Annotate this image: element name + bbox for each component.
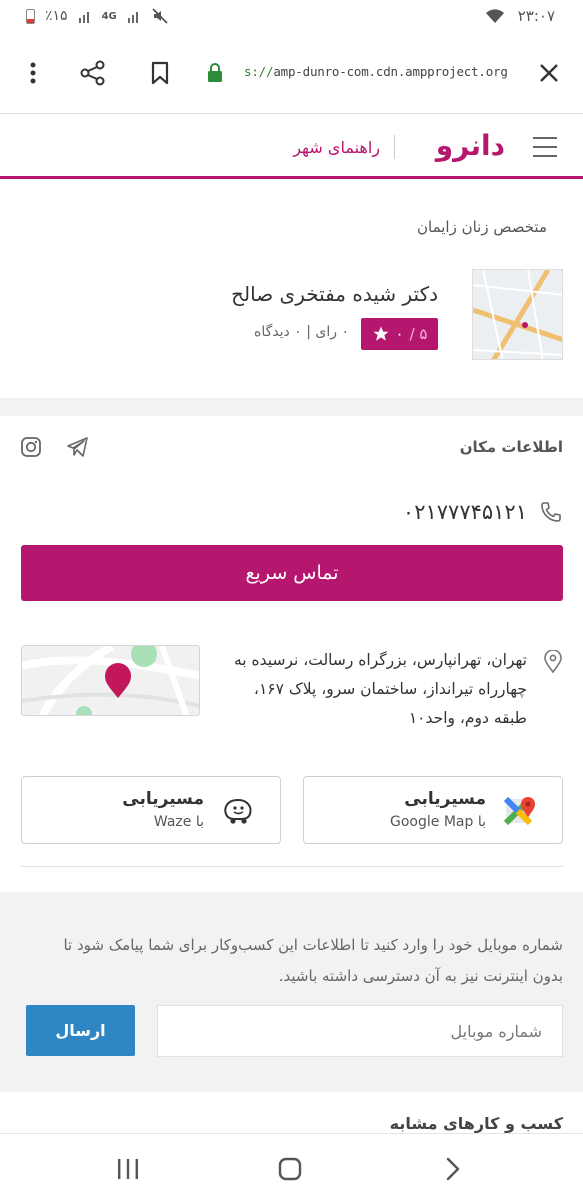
telegram-icon[interactable] [66,436,88,458]
similar-businesses-section: کسب و کارهای مشابه [0,1100,583,1136]
phone-row[interactable]: ۰۲۱۷۷۷۴۵۱۲۱ [403,500,563,524]
status-left-cluster: ٪۱۵ 4G [26,7,169,25]
place-info-section: اطلاعات مکان ۰۲۱۷۷۷۴۵۱۲۱ تماس سریع تهران… [0,416,583,876]
rating-max: ۵ / [409,325,428,343]
business-name: دکتر شیده مفتخری صالح [231,282,438,306]
bookmark-icon[interactable] [145,58,175,88]
section-gap [0,398,583,416]
battery-percent: ٪۱۵ [45,8,68,24]
status-time: ۲۳:۰۷ [517,7,555,25]
google-nav-subtitle: با Google Map [390,814,486,830]
battery-icon [26,8,35,24]
sms-description: شماره موبایل خود را وارد کنید تا اطلاعات… [63,936,563,985]
signal-icon [78,12,89,23]
url-bar[interactable]: s://amp-dunro-com.cdn.ampproject.org [244,64,508,79]
business-map-thumbnail[interactable] [472,269,563,360]
business-card: متخصص زنان زایمان دکتر شیده مفتخری صالح … [0,182,583,398]
site-header: دانرو راهنمای شهر [0,115,583,179]
phone-number[interactable]: ۰۲۱۷۷۷۴۵۱۲۱ [403,500,527,524]
waze-nav-button[interactable]: مسیریابی با Waze [21,776,281,844]
browser-bar: s://amp-dunro-com.cdn.ampproject.org [0,34,583,114]
waze-nav-subtitle: با Waze [153,814,204,830]
home-icon[interactable] [275,1154,305,1184]
site-logo[interactable]: دانرو [436,129,506,162]
system-nav-bar [0,1133,583,1200]
share-icon[interactable] [78,58,108,88]
reviews-summary: ۰ رای | ۰ دیدگاه [254,324,349,340]
hamburger-icon[interactable] [533,137,557,157]
wifi-icon [486,9,504,23]
address-text: تهران، تهرانپارس، بزرگراه رسالت، نرسیده … [233,651,527,727]
back-icon[interactable] [438,1154,468,1184]
signal-icon-2 [127,12,138,23]
url-host: amp-dunro-com.cdn.ampproject.org [273,64,508,79]
google-maps-icon [504,796,535,826]
sms-panel: شماره موبایل خود را وارد کنید تا اطلاعات… [0,892,583,1092]
star-icon [373,326,389,341]
network-type: 4G [101,10,117,22]
recents-icon[interactable] [113,1154,143,1184]
google-maps-nav-button[interactable]: مسیریابی با Google Map [303,776,563,844]
waze-icon [224,798,252,824]
mobile-number-input[interactable] [157,1005,563,1057]
rating-badge: ۵ / ۰ [361,318,438,350]
more-vert-icon[interactable] [18,58,48,88]
business-category[interactable]: متخصص زنان زایمان [417,218,547,236]
lock-icon [200,58,230,88]
url-scheme: s:// [244,64,274,79]
location-pin-icon [544,650,562,674]
quick-call-button[interactable]: تماس سریع [21,545,563,601]
location-mini-map[interactable] [21,645,200,716]
city-guide-link[interactable]: راهنمای شهر [293,138,380,157]
section-divider [21,866,563,867]
place-info-title: اطلاعات مکان [459,438,563,456]
address-row: تهران، تهرانپارس، بزرگراه رسالت، نرسیده … [218,646,563,733]
close-icon[interactable] [534,58,564,88]
rating-value: ۰ [395,325,404,343]
waze-nav-title: مسیریابی [122,789,204,809]
header-divider [394,135,395,159]
instagram-icon[interactable] [20,436,42,458]
similar-businesses-title: کسب و کارهای مشابه [389,1114,563,1133]
phone-icon [541,502,561,522]
mute-icon [152,8,168,24]
google-nav-title: مسیریابی [404,789,486,809]
send-button[interactable]: ارسال [26,1005,135,1056]
status-bar: ٪۱۵ 4G ۲۳:۰۷ [0,0,583,34]
